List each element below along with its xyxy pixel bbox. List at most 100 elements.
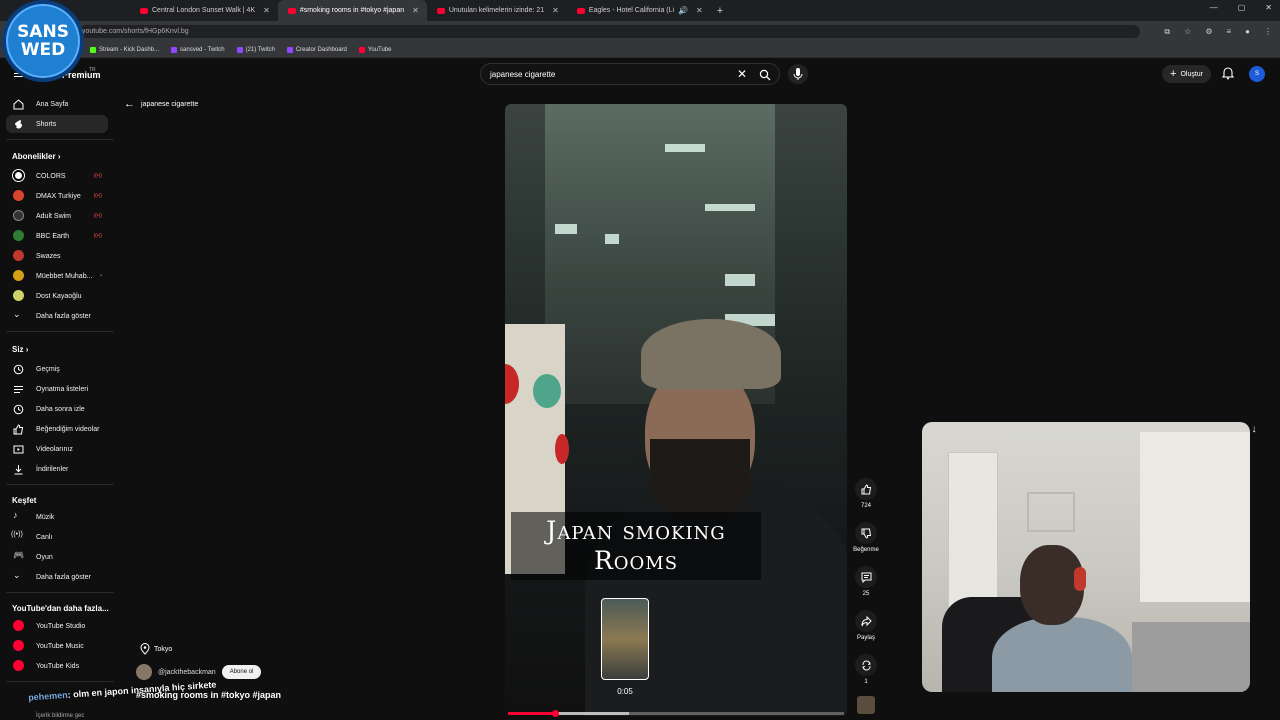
search-input[interactable]: japanese cigarette — [490, 70, 555, 79]
shorts-icon — [15, 120, 22, 129]
minimize-icon[interactable]: — — [1210, 3, 1218, 12]
show-more-subscriptions[interactable]: ⌄ Daha fazla göster — [6, 307, 108, 325]
back-to-search[interactable]: ← japanese cigarette — [124, 98, 198, 110]
twitch-icon — [171, 46, 178, 53]
channel-avatar — [13, 230, 24, 241]
browser-tab-bar: Central London Sunset Walk | 4K ✕ #smokin… — [0, 0, 1280, 21]
close-tab-icon[interactable]: ✕ — [412, 6, 419, 15]
progress-scrubber[interactable] — [552, 710, 560, 717]
search-box[interactable]: japanese cigarette ✕ — [480, 63, 780, 85]
browser-tab[interactable]: Unutulan kelimelerin izinde: 21 ✕ — [427, 0, 567, 21]
clear-search-icon[interactable]: ✕ — [737, 67, 747, 81]
sidebar-item-downloads[interactable]: İndirilenler — [6, 460, 108, 478]
youtube-favicon-icon — [140, 7, 148, 14]
bookmark-creator-dashboard[interactable]: Creator Dashboard — [286, 46, 347, 53]
sidebar-item-yt-music[interactable]: YouTube Music — [6, 637, 108, 655]
short-title[interactable]: #smoking rooms in #tokyo #japan — [136, 690, 281, 700]
screen: Central London Sunset Walk | 4K ✕ #smokin… — [0, 0, 1280, 720]
logo-region: TR — [89, 67, 96, 73]
subscriptions-heading[interactable]: Abonelikler › — [12, 152, 60, 161]
subscription-item[interactable]: Müebbet Muhab... • — [6, 267, 108, 285]
location-pin-icon — [140, 643, 150, 655]
divider — [6, 139, 114, 140]
sidebar-item-music[interactable]: ♪ Müzik — [6, 508, 108, 526]
media-icon[interactable]: ≡ — [1226, 27, 1231, 37]
sidebar: Ana Sayfa Shorts Abonelikler › COLORS ((•… — [0, 92, 116, 720]
footer-text: İçerik bildirme gec — [36, 713, 85, 719]
dislike-button[interactable]: Beğenme — [850, 522, 882, 553]
close-tab-icon[interactable]: ✕ — [552, 6, 559, 15]
avatar[interactable]: S — [1249, 66, 1265, 82]
subscribe-button[interactable]: Abone ol — [221, 665, 262, 679]
sidebar-item-watch-later[interactable]: Daha sonra izle — [6, 400, 108, 418]
sidebar-item-gaming[interactable]: 🎮 Oyun — [6, 548, 108, 566]
browser-tab[interactable]: Central London Sunset Walk | 4K ✕ — [130, 0, 278, 21]
remix-button[interactable]: 1 — [850, 654, 882, 685]
extensions-icon[interactable]: ⚙ — [1205, 27, 1212, 37]
speaker-icon[interactable]: 🔊 — [678, 6, 688, 15]
thumbs-down-icon — [861, 528, 871, 539]
stream-logo: SANS WED — [2, 0, 84, 82]
url-field[interactable]: youtube.com/shorts/fHGp6Knvl.bg — [80, 25, 1140, 38]
sidebar-item-yt-kids[interactable]: YouTube Kids — [6, 657, 108, 675]
sidebar-item-live[interactable]: ((•)) Canlı — [6, 528, 108, 546]
sidebar-item-home[interactable]: Ana Sayfa — [6, 95, 108, 113]
sound-thumbnail[interactable] — [857, 696, 875, 714]
video-icon — [13, 445, 24, 454]
voice-search-button[interactable] — [788, 64, 808, 84]
channel-name[interactable]: @jackthebackman — [158, 669, 216, 676]
live-indicator-icon: ((•)) — [93, 233, 102, 239]
subscription-item[interactable]: BBC Earth ((•)) — [6, 227, 108, 245]
profile-extension-icon[interactable]: ● — [1245, 27, 1250, 37]
browser-tab[interactable]: Eagles - Hotel California (Li 🔊 ✕ — [567, 0, 711, 21]
bookmark-twitch[interactable]: sansved - Twitch — [171, 46, 225, 53]
live-indicator-icon: ((•)) — [93, 213, 102, 219]
search-icon[interactable] — [759, 69, 771, 81]
install-icon[interactable]: ⧉ — [1164, 27, 1170, 37]
sidebar-item-your-videos[interactable]: Videolarınız — [6, 440, 108, 458]
subscription-item[interactable]: Dost Kayaoğlu — [6, 287, 108, 305]
bookmark-star-icon[interactable]: ☆ — [1184, 27, 1191, 37]
divider — [6, 592, 114, 593]
share-button[interactable]: Paylaş — [850, 610, 882, 641]
sidebar-item-shorts[interactable]: Shorts — [6, 115, 108, 133]
location-tag[interactable]: Tokyo — [140, 642, 172, 656]
show-more-explore[interactable]: ⌄ Daha fazla göster — [6, 568, 108, 586]
remix-icon — [861, 660, 871, 670]
sidebar-item-history[interactable]: Geçmiş — [6, 360, 108, 378]
channel-avatar[interactable] — [136, 664, 152, 680]
close-tab-icon[interactable]: ✕ — [696, 6, 703, 15]
bookmark-youtube[interactable]: YouTube — [358, 46, 391, 53]
twitch-icon — [236, 46, 243, 53]
progress-bar[interactable] — [508, 710, 844, 717]
sidebar-item-playlists[interactable]: Oynatma listeleri — [6, 380, 108, 398]
browser-tab-active[interactable]: #smoking rooms in #tokyo #japan ✕ — [277, 0, 427, 21]
game-icon: 🎮 — [13, 550, 25, 560]
sidebar-item-liked-videos[interactable]: Beğendiğim videolar — [6, 420, 108, 438]
subscription-item[interactable]: DMAX Turkiye ((•)) — [6, 187, 108, 205]
bookmark-twitch-2[interactable]: (21) Twitch — [236, 46, 275, 53]
subscription-item[interactable]: Adult Swim ((•)) — [6, 207, 108, 225]
next-short-arrow-icon[interactable]: ↓ — [1246, 424, 1262, 440]
you-heading[interactable]: Siz › — [12, 345, 28, 354]
youtube-icon — [358, 46, 365, 53]
live-icon: ((•)) — [11, 531, 23, 538]
subscription-item[interactable]: Swazes — [6, 247, 108, 265]
bookmark-kick[interactable]: Stream - Kick Dashb... — [90, 46, 159, 53]
chevron-down-icon: ⌄ — [13, 570, 21, 580]
close-window-icon[interactable]: ✕ — [1265, 3, 1272, 12]
new-tab-icon[interactable]: + — [717, 5, 723, 17]
maximize-icon[interactable]: ▢ — [1238, 3, 1246, 12]
sidebar-item-yt-studio[interactable]: YouTube Studio — [6, 617, 108, 635]
shorts-video-player[interactable]: Japan smoking Rooms 0:05 — [505, 104, 847, 716]
divider — [6, 681, 114, 682]
subscription-item[interactable]: COLORS ((•)) — [6, 167, 108, 185]
close-tab-icon[interactable]: ✕ — [263, 6, 270, 15]
notifications-bell-icon[interactable] — [1221, 66, 1235, 80]
comments-button[interactable]: 25 — [850, 566, 882, 597]
bookmarks-bar: Stream - Kick Dashb... sansved - Twitch … — [0, 42, 1280, 58]
youtube-favicon-icon — [287, 7, 296, 14]
like-button[interactable]: 724 — [850, 478, 882, 509]
menu-dots-icon[interactable]: ⋮ — [1264, 27, 1272, 37]
create-button[interactable]: + Oluştur — [1162, 65, 1211, 83]
